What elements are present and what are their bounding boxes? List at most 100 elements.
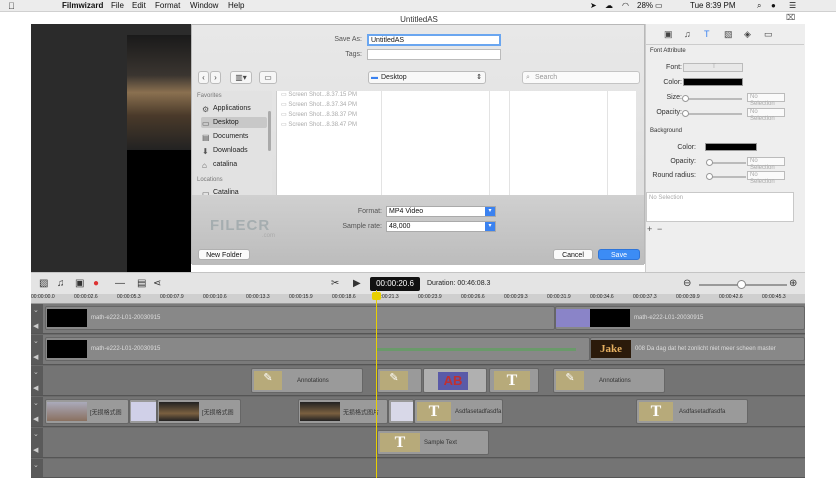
opacity-slider-knob[interactable] <box>682 110 689 117</box>
speaker-icon[interactable]: ◀ <box>33 353 38 361</box>
save-as-input[interactable]: UntitledAS <box>367 34 501 46</box>
text-clip[interactable]: T Asdfasetadfasdfa <box>414 399 503 424</box>
forward-button[interactable]: › <box>210 71 221 84</box>
menu-file[interactable]: File <box>111 1 124 10</box>
sample-rate-select[interactable]: 48,000 ▾ <box>386 221 496 232</box>
column-divider[interactable] <box>489 91 490 196</box>
image-clip[interactable] <box>388 399 414 424</box>
list-item[interactable]: ▭ Screen Shot...8.38.47 PM <box>281 121 357 128</box>
text-icon[interactable]: T <box>704 29 710 39</box>
image-clip[interactable]: [无损格式图 <box>157 399 241 424</box>
shapes-icon[interactable]: ◈ <box>744 29 751 40</box>
chevron-icon[interactable]: ⌄ <box>33 461 39 469</box>
chevron-icon[interactable]: ⌄ <box>33 368 39 376</box>
cloud-icon[interactable]: ☁ <box>605 1 613 10</box>
text-clip[interactable]: T <box>489 368 539 393</box>
annotation-clip[interactable]: ✎ Annotations <box>553 368 665 393</box>
bg-opacity-knob[interactable] <box>706 159 713 166</box>
music-icon[interactable]: ♫ <box>684 29 691 39</box>
remove-icon[interactable]: − <box>657 224 662 234</box>
video-clip[interactable]: math-e222-L01-20030915 <box>45 337 590 361</box>
music-track-icon[interactable]: ♫ <box>57 278 65 289</box>
round-radius-slider[interactable] <box>710 176 746 178</box>
chevron-icon[interactable]: ⌄ <box>33 306 39 314</box>
menu-help[interactable]: Help <box>228 1 244 10</box>
location-icon[interactable]: ➤ <box>590 1 597 10</box>
share-icon[interactable]: ⋖ <box>153 278 161 289</box>
round-radius-knob[interactable] <box>706 173 713 180</box>
annotation-clip[interactable]: ✎ <box>377 368 422 393</box>
video-clip[interactable]: math-e222-L01-20030915 <box>45 306 555 330</box>
sidebar-item-downloads[interactable]: ⬇ Downloads <box>201 145 267 156</box>
video-clip[interactable]: math-e222-L01-20030915 <box>555 306 805 330</box>
apple-icon[interactable]:  <box>8 1 15 11</box>
size-slider-knob[interactable] <box>682 95 689 102</box>
back-button[interactable]: ‹ <box>198 71 209 84</box>
playhead[interactable] <box>376 290 377 478</box>
image-clip[interactable]: AB <box>423 368 487 393</box>
zoom-in-icon[interactable]: ⊕ <box>789 278 797 289</box>
playhead-handle[interactable] <box>372 292 381 300</box>
control-center-icon[interactable]: ☰ <box>789 1 796 10</box>
speaker-icon[interactable]: ◀ <box>33 322 38 330</box>
minus-icon[interactable]: — <box>115 278 125 289</box>
user-icon[interactable]: ● <box>771 1 776 10</box>
image-clip[interactable]: [无损格式图 <box>45 399 129 424</box>
bg-opacity-value[interactable]: No Selection <box>747 157 785 171</box>
format-select[interactable]: MP4 Video ▾ <box>386 206 496 217</box>
bg-opacity-slider[interactable] <box>710 162 746 164</box>
size-slider[interactable] <box>686 98 742 100</box>
sidebar-item-desktop[interactable]: ▭ Desktop <box>201 117 267 128</box>
zoom-out-icon[interactable]: ⊖ <box>683 278 691 289</box>
cancel-button[interactable]: Cancel <box>553 249 593 260</box>
speaker-icon[interactable]: ◀ <box>33 415 38 423</box>
search-input[interactable]: ⌕ Search <box>522 71 640 84</box>
menu-edit[interactable]: Edit <box>132 1 146 10</box>
sidebar-item-catalina[interactable]: ⌂ catalina <box>201 159 267 170</box>
spotlight-icon[interactable]: ⌕ <box>757 1 761 11</box>
folder-icon[interactable]: ▭ <box>764 29 773 40</box>
opacity-value[interactable]: No Selection <box>747 108 785 122</box>
battery-icon[interactable]: ▭ <box>655 1 663 10</box>
opacity-slider[interactable] <box>686 113 742 115</box>
trash-icon[interactable]: ⌧ <box>786 13 795 22</box>
menu-format[interactable]: Format <box>155 1 180 10</box>
film-icon[interactable]: ▣ <box>664 29 673 40</box>
sidebar-item-documents[interactable]: ▤ Documents <box>201 131 267 142</box>
new-folder-icon-button[interactable]: ▭ <box>259 71 277 84</box>
video-clip[interactable]: Jake 008 Da dag dat het zonlicht niet me… <box>590 337 805 361</box>
menu-app-name[interactable]: Filmwizard <box>62 1 103 10</box>
selection-list[interactable]: No Selection <box>646 192 794 222</box>
list-item[interactable]: ▭ Screen Shot...8.37.15 PM <box>281 91 357 98</box>
add-icon[interactable]: + <box>647 224 652 234</box>
record-icon[interactable]: ● <box>93 278 99 289</box>
sidebar-item-applications[interactable]: ⚙ Applications <box>201 103 267 114</box>
split-icon[interactable]: ✂ <box>331 278 339 289</box>
zoom-slider-knob[interactable] <box>737 280 746 289</box>
timeline-ruler[interactable]: 00:00:00.0 00:00:02.6 00:00:05.3 00:00:0… <box>31 294 805 304</box>
play-icon[interactable]: ▶ <box>353 278 361 289</box>
save-icon[interactable]: ▤ <box>137 278 146 289</box>
size-value[interactable]: No Selection <box>747 93 785 107</box>
chevron-icon[interactable]: ⌄ <box>33 399 39 407</box>
image-track-icon[interactable]: ▧ <box>39 278 48 289</box>
column-divider[interactable] <box>509 91 510 196</box>
round-radius-value[interactable]: No Selection <box>747 171 785 185</box>
text-clip[interactable]: T Sample Text <box>377 430 489 455</box>
bg-color-swatch[interactable] <box>705 143 757 151</box>
column-divider[interactable] <box>381 91 382 196</box>
image-clip[interactable]: 无损格式图片 <box>298 399 388 424</box>
view-mode-button[interactable]: ▥▾ <box>230 71 252 84</box>
text-clip[interactable]: T Asdfasetadfasdfa <box>636 399 748 424</box>
tags-input[interactable] <box>367 49 501 60</box>
sidebar-scrollbar[interactable] <box>268 111 271 151</box>
save-button[interactable]: Save <box>598 249 640 260</box>
chevron-icon[interactable]: ⌄ <box>33 430 39 438</box>
annotation-clip[interactable]: ✎ Annotations <box>251 368 363 393</box>
list-item[interactable]: ▭ Screen Shot...8.38.37 PM <box>281 111 357 118</box>
list-item[interactable]: ▭ Screen Shot...8.37.34 PM <box>281 101 357 108</box>
font-color-swatch[interactable] <box>683 78 743 86</box>
image-clip[interactable] <box>129 399 157 424</box>
new-folder-button[interactable]: New Folder <box>198 249 250 260</box>
menu-window[interactable]: Window <box>190 1 218 10</box>
